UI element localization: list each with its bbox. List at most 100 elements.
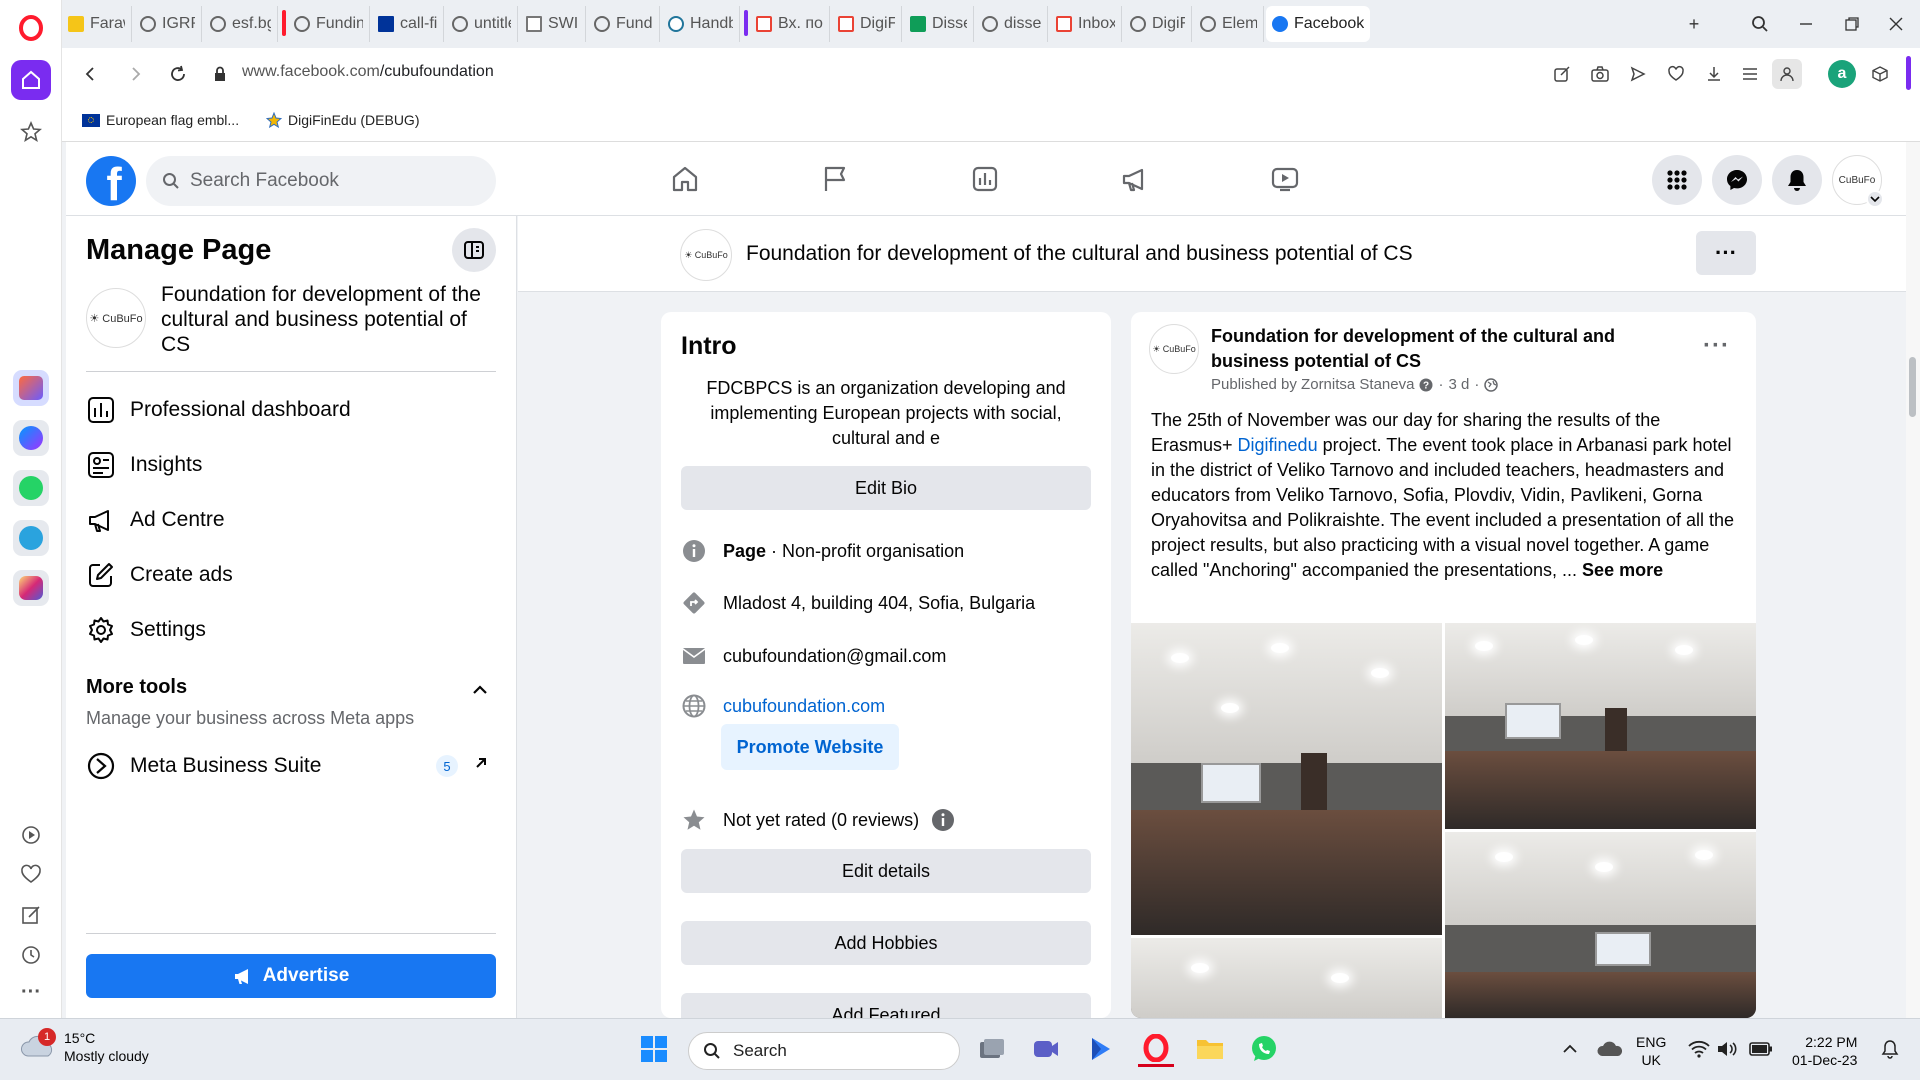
weather-widget[interactable]: 1 15°C Mostly cloudy: [20, 1028, 149, 1065]
download-icon[interactable]: [1702, 62, 1726, 86]
chevron-up-icon[interactable]: [468, 678, 492, 702]
question-icon[interactable]: ?: [1419, 378, 1433, 392]
browser-tab[interactable]: Facebook: [1266, 6, 1370, 42]
restore-icon[interactable]: [1840, 12, 1864, 36]
account-chevron-down-icon[interactable]: [1866, 190, 1884, 208]
volume-icon[interactable]: [1714, 1031, 1740, 1067]
browser-tab[interactable]: Inbox (: [1050, 6, 1122, 42]
post-more-options-icon[interactable]: ···: [1703, 332, 1730, 360]
browser-tab[interactable]: DigiFinE: [832, 6, 902, 42]
language-indicator[interactable]: ENG UK: [1636, 1033, 1666, 1069]
snapshot-camera-icon[interactable]: [1588, 62, 1612, 86]
page-avatar[interactable]: ☀ CuBuFo: [86, 288, 146, 348]
post-photo[interactable]: [1131, 623, 1442, 935]
browser-tab[interactable]: call-fich: [372, 6, 444, 42]
browser-tab[interactable]: dissemi: [976, 6, 1048, 42]
page-name[interactable]: Foundation for development of the cultur…: [161, 282, 496, 357]
messenger-icon[interactable]: [1712, 155, 1762, 205]
wifi-icon[interactable]: [1686, 1031, 1712, 1067]
email-text[interactable]: cubufoundation@gmail.com: [723, 646, 946, 667]
pages-flag-tab-icon[interactable]: [816, 160, 854, 198]
onedrive-cloud-icon[interactable]: [1592, 1031, 1628, 1067]
more-options-icon[interactable]: ···: [11, 972, 51, 1012]
edit-details-button[interactable]: Edit details: [681, 849, 1091, 893]
heart-bookmark-icon[interactable]: [1664, 62, 1688, 86]
digifinedu-link[interactable]: Digifinedu: [1238, 435, 1318, 455]
back-icon[interactable]: [78, 62, 102, 86]
post-author-name[interactable]: Foundation for development of the cultur…: [1211, 324, 1651, 374]
add-featured-button[interactable]: Add Featured: [681, 993, 1091, 1018]
menu-ad-centre[interactable]: Ad Centre: [86, 505, 225, 535]
extensions-cube-icon[interactable]: [1868, 62, 1892, 86]
browser-tab[interactable]: Funding: [588, 6, 660, 42]
browser-tab[interactable]: SWIM: [520, 6, 586, 42]
menu-settings[interactable]: Settings: [86, 615, 206, 645]
browser-tab[interactable]: Faraway: [62, 6, 132, 42]
video-tab-icon[interactable]: [1266, 160, 1304, 198]
file-explorer-icon[interactable]: [1192, 1031, 1228, 1067]
notifications-bell-icon[interactable]: [1772, 155, 1822, 205]
aria-app-icon[interactable]: [13, 370, 49, 406]
opera-taskbar-icon[interactable]: [1138, 1031, 1174, 1067]
browser-tab[interactable]: Elemen: [1194, 6, 1264, 42]
browser-tab[interactable]: untitled: [446, 6, 518, 42]
browser-tab[interactable]: DigiFinE: [1124, 6, 1192, 42]
post-time[interactable]: 3 d: [1448, 376, 1469, 393]
published-by[interactable]: Published by Zornitsa Staneva: [1211, 376, 1414, 393]
home-tab-icon[interactable]: [666, 160, 704, 198]
tab-search-icon[interactable]: [1748, 12, 1772, 36]
easy-setup-icon[interactable]: [1738, 62, 1762, 86]
bookmarks-star-icon[interactable]: [11, 112, 51, 152]
website-link[interactable]: cubufoundation.com: [723, 696, 885, 717]
external-link-arrow-icon[interactable]: [474, 756, 490, 772]
opera-menu-icon[interactable]: [11, 8, 51, 48]
menu-professional-dashboard[interactable]: Professional dashboard: [86, 395, 351, 425]
menu-insights[interactable]: Insights: [86, 450, 202, 480]
url-field[interactable]: www.facebook.com/cubufoundation: [242, 63, 494, 81]
post-author-avatar[interactable]: ☀ CuBuFo: [1149, 324, 1199, 374]
collapse-panel-icon[interactable]: [452, 228, 496, 272]
instagram-app-icon[interactable]: [13, 570, 49, 606]
bookmark-digifinedu[interactable]: DigiFinEdu (DEBUG): [266, 112, 419, 128]
home-speed-dial-icon[interactable]: [11, 60, 51, 100]
notification-bell-icon[interactable]: [1872, 1031, 1908, 1067]
teams-meet-icon[interactable]: [1028, 1031, 1064, 1067]
facebook-logo-icon[interactable]: f: [86, 156, 136, 206]
add-hobbies-button[interactable]: Add Hobbies: [681, 921, 1091, 965]
close-window-icon[interactable]: [1884, 12, 1908, 36]
browser-tab[interactable]: esf.bg/p: [204, 6, 278, 42]
new-tab-icon[interactable]: +: [1682, 12, 1706, 36]
messenger-app-icon[interactable]: [13, 420, 49, 456]
post-photo[interactable]: [1131, 938, 1442, 1018]
page-scrollbar[interactable]: [1906, 142, 1920, 1018]
rating-info-icon[interactable]: [931, 808, 955, 832]
extension-a-icon[interactable]: a: [1828, 60, 1856, 88]
see-more-link[interactable]: See more: [1582, 560, 1663, 580]
browser-tab[interactable]: Handbo: [662, 6, 740, 42]
share-edit-icon[interactable]: [1550, 62, 1574, 86]
show-hidden-icons-chevron-icon[interactable]: [1552, 1031, 1588, 1067]
browser-tab[interactable]: IGRP_20: [134, 6, 202, 42]
whatsapp-app-icon[interactable]: [13, 470, 49, 506]
pinboard-icon[interactable]: [11, 895, 51, 935]
heart-icon[interactable]: [11, 855, 51, 895]
windows-start-icon[interactable]: [636, 1031, 672, 1067]
browser-tab[interactable]: Вх. пощ: [750, 6, 830, 42]
public-globe-icon[interactable]: [1484, 377, 1499, 392]
whatsapp-taskbar-icon[interactable]: [1246, 1031, 1282, 1067]
task-view-icon[interactable]: [974, 1031, 1010, 1067]
flow-send-icon[interactable]: [1626, 62, 1650, 86]
telegram-app-icon[interactable]: [13, 520, 49, 556]
profile-icon[interactable]: [1772, 59, 1802, 89]
advertise-button[interactable]: Advertise: [86, 954, 496, 998]
promote-website-button[interactable]: Promote Website: [721, 724, 899, 770]
browser-tab[interactable]: Funding: [288, 6, 370, 42]
page-avatar-small[interactable]: ☀ CuBuFo: [680, 229, 732, 281]
forward-icon[interactable]: [124, 62, 148, 86]
reload-icon[interactable]: [166, 62, 190, 86]
ad-centre-tab-icon[interactable]: [1116, 160, 1154, 198]
clock[interactable]: 2:22 PM 01-Dec-23: [1792, 1033, 1857, 1069]
bookmark-eu-flag[interactable]: European flag embl...: [82, 112, 239, 128]
power-automate-icon[interactable]: [1082, 1031, 1118, 1067]
page-more-options-button[interactable]: ···: [1696, 231, 1756, 275]
